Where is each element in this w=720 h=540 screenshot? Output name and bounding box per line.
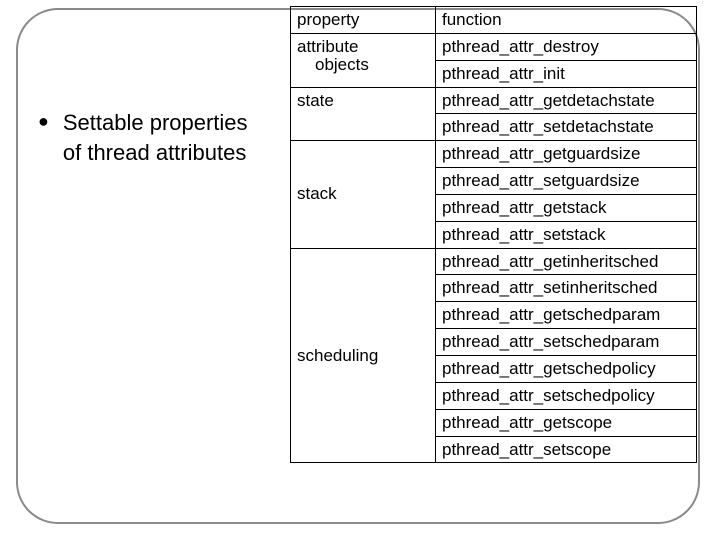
cell-function: pthread_attr_getdetachstate [436, 87, 697, 114]
table-row: attribute objects pthread_attr_destroy [291, 33, 697, 60]
bullet-item: ● Settable properties of thread attribut… [38, 108, 268, 167]
cell-function: pthread_attr_setinheritsched [436, 275, 697, 302]
cell-function: pthread_attr_getstack [436, 194, 697, 221]
cell-property-state: state [291, 87, 436, 141]
bullet-text: Settable properties of thread attributes [63, 108, 268, 167]
cell-function: pthread_attr_setscope [436, 436, 697, 463]
cell-function: pthread_attr_destroy [436, 33, 697, 60]
properties-table: property function attribute objects pthr… [290, 6, 697, 463]
header-function: function [436, 7, 697, 34]
cell-function: pthread_attr_init [436, 60, 697, 87]
cell-property-stack: stack [291, 141, 436, 248]
bullet-block: ● Settable properties of thread attribut… [38, 108, 268, 167]
cell-function: pthread_attr_getschedpolicy [436, 355, 697, 382]
cell-function: pthread_attr_getscope [436, 409, 697, 436]
header-property: property [291, 7, 436, 34]
cell-function: pthread_attr_setguardsize [436, 168, 697, 195]
cell-function: pthread_attr_setschedpolicy [436, 382, 697, 409]
cell-function: pthread_attr_setschedparam [436, 329, 697, 356]
cell-property-scheduling: scheduling [291, 248, 436, 463]
slide: ● Settable properties of thread attribut… [0, 0, 720, 540]
table-header-row: property function [291, 7, 697, 34]
prop-line1: attribute [297, 37, 358, 56]
table-row: state pthread_attr_getdetachstate [291, 87, 697, 114]
cell-function: pthread_attr_setdetachstate [436, 114, 697, 141]
cell-function: pthread_attr_setstack [436, 221, 697, 248]
cell-function: pthread_attr_getschedparam [436, 302, 697, 329]
cell-function: pthread_attr_getguardsize [436, 141, 697, 168]
cell-function: pthread_attr_getinheritsched [436, 248, 697, 275]
cell-property-attribute-objects: attribute objects [291, 33, 436, 87]
bullet-dot-icon: ● [38, 108, 49, 135]
table-row: scheduling pthread_attr_getinheritsched [291, 248, 697, 275]
prop-line2: objects [297, 56, 427, 74]
table-row: stack pthread_attr_getguardsize [291, 141, 697, 168]
